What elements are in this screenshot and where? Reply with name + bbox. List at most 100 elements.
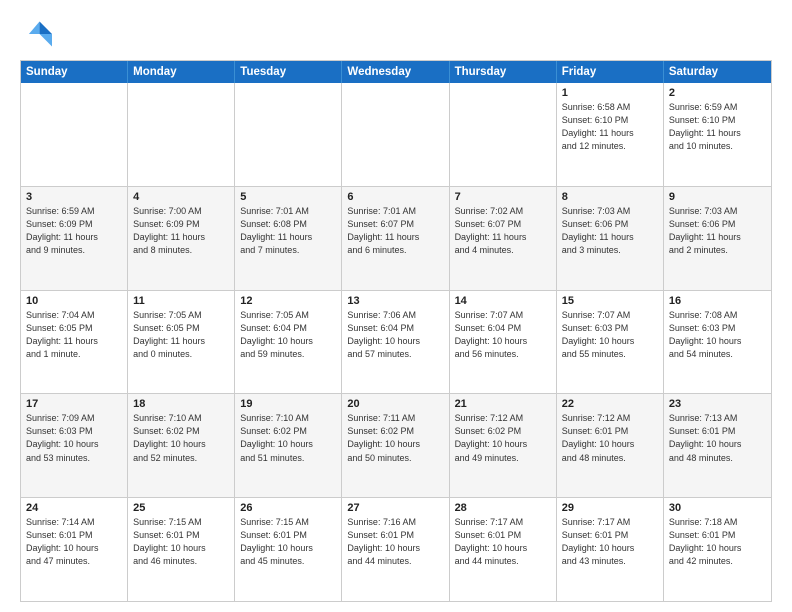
- calendar-cell: 22 Sunrise: 7:12 AM Sunset: 6:01 PM Dayli…: [557, 394, 664, 497]
- day-info: Sunrise: 7:12 AM Sunset: 6:01 PM Dayligh…: [562, 412, 658, 464]
- calendar-cell: 20 Sunrise: 7:11 AM Sunset: 6:02 PM Dayli…: [342, 394, 449, 497]
- day-number: 27: [347, 502, 443, 514]
- calendar-cell: 10 Sunrise: 7:04 AM Sunset: 6:05 PM Dayli…: [21, 291, 128, 394]
- day-info: Sunrise: 7:08 AM Sunset: 6:03 PM Dayligh…: [669, 309, 766, 361]
- calendar-body: 1 Sunrise: 6:58 AM Sunset: 6:10 PM Daylig…: [21, 83, 771, 601]
- calendar-row: 1 Sunrise: 6:58 AM Sunset: 6:10 PM Daylig…: [21, 83, 771, 186]
- day-info: Sunrise: 7:01 AM Sunset: 6:07 PM Dayligh…: [347, 205, 443, 257]
- calendar-cell: 18Sunrise: 7:10 AM Sunset: 6:02 PM Dayli…: [128, 394, 235, 497]
- day-info: Sunrise: 7:14 AM Sunset: 6:01 PM Dayligh…: [26, 516, 122, 568]
- day-info: Sunrise: 7:07 AM Sunset: 6:04 PM Dayligh…: [455, 309, 551, 361]
- day-number: 22: [562, 398, 658, 410]
- day-number: 11: [133, 295, 229, 307]
- calendar-cell: [21, 83, 128, 186]
- calendar-row: 17Sunrise: 7:09 AM Sunset: 6:03 PM Dayli…: [21, 393, 771, 497]
- weekday-header: Thursday: [450, 61, 557, 83]
- day-number: 30: [669, 502, 766, 514]
- day-number: 6: [347, 191, 443, 203]
- day-info: Sunrise: 7:03 AM Sunset: 6:06 PM Dayligh…: [562, 205, 658, 257]
- weekday-header: Sunday: [21, 61, 128, 83]
- day-number: 26: [240, 502, 336, 514]
- calendar-cell: 12 Sunrise: 7:05 AM Sunset: 6:04 PM Dayli…: [235, 291, 342, 394]
- day-info: Sunrise: 7:05 AM Sunset: 6:04 PM Dayligh…: [240, 309, 336, 361]
- calendar-cell: 14 Sunrise: 7:07 AM Sunset: 6:04 PM Dayli…: [450, 291, 557, 394]
- day-number: 19: [240, 398, 336, 410]
- calendar-cell: 28 Sunrise: 7:17 AM Sunset: 6:01 PM Dayli…: [450, 498, 557, 601]
- day-info: Sunrise: 7:13 AM Sunset: 6:01 PM Dayligh…: [669, 412, 766, 464]
- day-info: Sunrise: 7:12 AM Sunset: 6:02 PM Dayligh…: [455, 412, 551, 464]
- calendar-cell: 30Sunrise: 7:18 AM Sunset: 6:01 PM Dayli…: [664, 498, 771, 601]
- calendar-cell: 11 Sunrise: 7:05 AM Sunset: 6:05 PM Dayli…: [128, 291, 235, 394]
- calendar-cell: 19 Sunrise: 7:10 AM Sunset: 6:02 PM Dayli…: [235, 394, 342, 497]
- day-info: Sunrise: 7:06 AM Sunset: 6:04 PM Dayligh…: [347, 309, 443, 361]
- calendar-cell: 17Sunrise: 7:09 AM Sunset: 6:03 PM Dayli…: [21, 394, 128, 497]
- day-number: 20: [347, 398, 443, 410]
- day-number: 14: [455, 295, 551, 307]
- calendar-cell: 3 Sunrise: 6:59 AM Sunset: 6:09 PM Daylig…: [21, 187, 128, 290]
- calendar-cell: [342, 83, 449, 186]
- calendar-cell: 26 Sunrise: 7:15 AM Sunset: 6:01 PM Dayli…: [235, 498, 342, 601]
- day-number: 16: [669, 295, 766, 307]
- day-number: 7: [455, 191, 551, 203]
- calendar-cell: 6 Sunrise: 7:01 AM Sunset: 6:07 PM Daylig…: [342, 187, 449, 290]
- weekday-header: Friday: [557, 61, 664, 83]
- calendar-cell: 23 Sunrise: 7:13 AM Sunset: 6:01 PM Dayli…: [664, 394, 771, 497]
- weekday-header: Tuesday: [235, 61, 342, 83]
- calendar-cell: 24 Sunrise: 7:14 AM Sunset: 6:01 PM Dayli…: [21, 498, 128, 601]
- day-number: 23: [669, 398, 766, 410]
- header: [20, 18, 772, 50]
- day-number: 10: [26, 295, 122, 307]
- day-number: 25: [133, 502, 229, 514]
- day-info: Sunrise: 7:01 AM Sunset: 6:08 PM Dayligh…: [240, 205, 336, 257]
- day-info: Sunrise: 7:16 AM Sunset: 6:01 PM Dayligh…: [347, 516, 443, 568]
- calendar-cell: [450, 83, 557, 186]
- calendar-cell: 5 Sunrise: 7:01 AM Sunset: 6:08 PM Daylig…: [235, 187, 342, 290]
- calendar: SundayMondayTuesdayWednesdayThursdayFrid…: [20, 60, 772, 602]
- day-info: Sunrise: 6:58 AM Sunset: 6:10 PM Dayligh…: [562, 101, 658, 153]
- calendar-cell: 13 Sunrise: 7:06 AM Sunset: 6:04 PM Dayli…: [342, 291, 449, 394]
- day-info: Sunrise: 7:03 AM Sunset: 6:06 PM Dayligh…: [669, 205, 766, 257]
- calendar-cell: 7 Sunrise: 7:02 AM Sunset: 6:07 PM Daylig…: [450, 187, 557, 290]
- calendar-cell: 29Sunrise: 7:17 AM Sunset: 6:01 PM Dayli…: [557, 498, 664, 601]
- calendar-header: SundayMondayTuesdayWednesdayThursdayFrid…: [21, 61, 771, 83]
- day-number: 24: [26, 502, 122, 514]
- day-info: Sunrise: 7:10 AM Sunset: 6:02 PM Dayligh…: [133, 412, 229, 464]
- day-number: 1: [562, 87, 658, 99]
- day-info: Sunrise: 7:02 AM Sunset: 6:07 PM Dayligh…: [455, 205, 551, 257]
- day-number: 13: [347, 295, 443, 307]
- day-number: 3: [26, 191, 122, 203]
- day-number: 9: [669, 191, 766, 203]
- calendar-cell: [235, 83, 342, 186]
- day-info: Sunrise: 7:10 AM Sunset: 6:02 PM Dayligh…: [240, 412, 336, 464]
- day-number: 4: [133, 191, 229, 203]
- calendar-row: 24 Sunrise: 7:14 AM Sunset: 6:01 PM Dayli…: [21, 497, 771, 601]
- calendar-cell: 25 Sunrise: 7:15 AM Sunset: 6:01 PM Dayli…: [128, 498, 235, 601]
- day-number: 8: [562, 191, 658, 203]
- day-info: Sunrise: 7:17 AM Sunset: 6:01 PM Dayligh…: [455, 516, 551, 568]
- day-number: 12: [240, 295, 336, 307]
- calendar-cell: [128, 83, 235, 186]
- day-info: Sunrise: 7:05 AM Sunset: 6:05 PM Dayligh…: [133, 309, 229, 361]
- day-info: Sunrise: 7:04 AM Sunset: 6:05 PM Dayligh…: [26, 309, 122, 361]
- calendar-cell: 4 Sunrise: 7:00 AM Sunset: 6:09 PM Daylig…: [128, 187, 235, 290]
- day-info: Sunrise: 7:15 AM Sunset: 6:01 PM Dayligh…: [133, 516, 229, 568]
- calendar-cell: 16 Sunrise: 7:08 AM Sunset: 6:03 PM Dayli…: [664, 291, 771, 394]
- weekday-header: Monday: [128, 61, 235, 83]
- day-info: Sunrise: 7:00 AM Sunset: 6:09 PM Dayligh…: [133, 205, 229, 257]
- day-info: Sunrise: 6:59 AM Sunset: 6:09 PM Dayligh…: [26, 205, 122, 257]
- day-info: Sunrise: 7:11 AM Sunset: 6:02 PM Dayligh…: [347, 412, 443, 464]
- calendar-cell: 2Sunrise: 6:59 AM Sunset: 6:10 PM Daylig…: [664, 83, 771, 186]
- calendar-cell: 27 Sunrise: 7:16 AM Sunset: 6:01 PM Dayli…: [342, 498, 449, 601]
- calendar-row: 3 Sunrise: 6:59 AM Sunset: 6:09 PM Daylig…: [21, 186, 771, 290]
- day-number: 17: [26, 398, 122, 410]
- logo: [20, 18, 56, 50]
- day-number: 5: [240, 191, 336, 203]
- calendar-row: 10 Sunrise: 7:04 AM Sunset: 6:05 PM Dayli…: [21, 290, 771, 394]
- day-info: Sunrise: 7:15 AM Sunset: 6:01 PM Dayligh…: [240, 516, 336, 568]
- logo-icon: [20, 18, 52, 50]
- page: SundayMondayTuesdayWednesdayThursdayFrid…: [0, 0, 792, 612]
- day-info: Sunrise: 7:17 AM Sunset: 6:01 PM Dayligh…: [562, 516, 658, 568]
- day-number: 28: [455, 502, 551, 514]
- calendar-cell: 15Sunrise: 7:07 AM Sunset: 6:03 PM Dayli…: [557, 291, 664, 394]
- day-number: 21: [455, 398, 551, 410]
